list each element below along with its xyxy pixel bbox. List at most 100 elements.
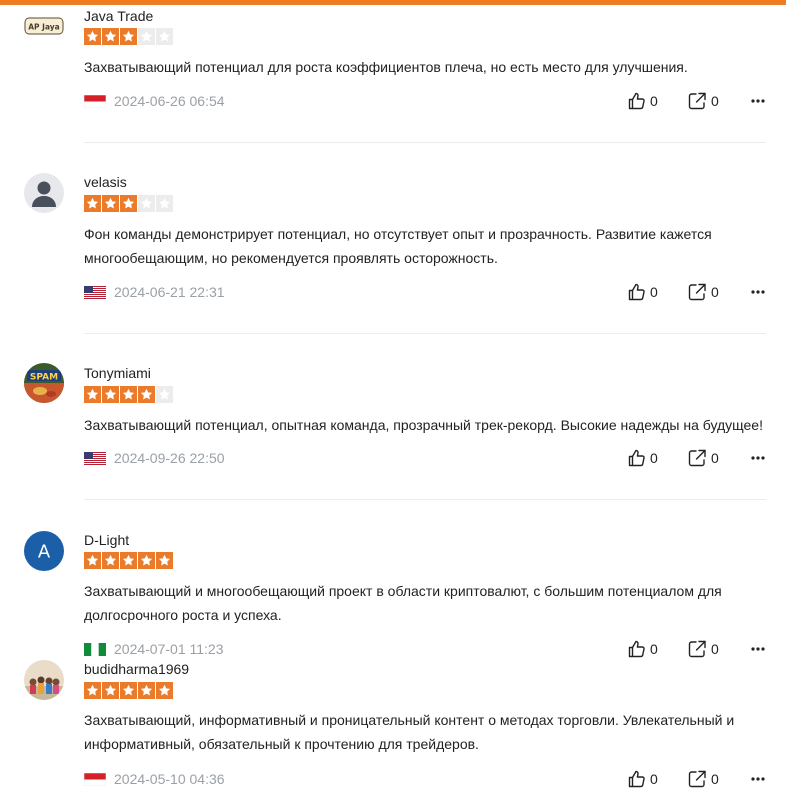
avatar[interactable]: A <box>24 531 64 571</box>
star-filled-icon <box>120 552 137 569</box>
avatar[interactable] <box>24 173 64 213</box>
avatar[interactable]: AP Jaya <box>24 6 64 46</box>
star-filled-icon <box>120 195 137 212</box>
star-empty-icon <box>156 386 173 403</box>
review-meta: 2024-05-10 04:36 <box>84 771 225 787</box>
review-text: Фон команды демонстрирует потенциал, но … <box>84 226 712 266</box>
more-dots-icon[interactable] <box>750 640 766 658</box>
like-count: 0 <box>650 450 658 466</box>
flag-united-states-icon <box>84 285 106 299</box>
share-count: 0 <box>711 771 719 787</box>
like-count: 0 <box>650 771 658 787</box>
flag-nigeria-icon <box>84 642 106 656</box>
review-meta: 2024-06-26 06:54 <box>84 93 225 109</box>
username[interactable]: Java Trade <box>84 8 153 24</box>
star-filled-icon <box>84 28 101 45</box>
review-text: Захватывающий потенциал для роста коэффи… <box>84 59 688 75</box>
share-button[interactable]: 0 <box>688 770 748 788</box>
review-divider <box>84 142 766 143</box>
star-empty-icon <box>138 28 155 45</box>
thumbs-up-icon <box>628 770 645 788</box>
star-rating <box>84 552 173 569</box>
username[interactable]: Tonymiami <box>84 365 151 381</box>
star-filled-icon <box>138 552 155 569</box>
flag-united-states-icon <box>84 451 106 465</box>
share-icon <box>688 92 706 110</box>
svg-text:AP Jaya: AP Jaya <box>28 23 59 32</box>
star-filled-icon <box>102 28 119 45</box>
thumbs-up-icon <box>628 640 645 658</box>
share-icon <box>688 640 706 658</box>
review-date: 2024-09-26 22:50 <box>114 450 225 466</box>
star-filled-icon <box>102 195 119 212</box>
star-filled-icon <box>102 386 119 403</box>
like-count: 0 <box>650 641 658 657</box>
flag-indonesia-icon <box>84 94 106 108</box>
star-empty-icon <box>156 195 173 212</box>
review-meta: 2024-07-01 11:23 <box>84 641 224 657</box>
review-actions: 0 0 <box>628 770 748 788</box>
star-filled-icon <box>156 552 173 569</box>
star-rating <box>84 386 173 403</box>
top-accent-bar <box>0 0 786 5</box>
review-date: 2024-07-01 11:23 <box>114 641 224 657</box>
like-count: 0 <box>650 93 658 109</box>
review-actions: 0 0 <box>628 449 748 467</box>
username[interactable]: D-Light <box>84 532 129 548</box>
review-text: Захватывающий и многообещающий проект в … <box>84 583 722 623</box>
review-divider <box>84 499 766 500</box>
username[interactable]: velasis <box>84 174 127 190</box>
star-filled-icon <box>120 386 137 403</box>
share-count: 0 <box>711 641 719 657</box>
star-filled-icon <box>84 552 101 569</box>
more-dots-icon[interactable] <box>750 770 766 788</box>
star-rating <box>84 195 173 212</box>
share-button[interactable]: 0 <box>688 449 748 467</box>
review-date: 2024-05-10 04:36 <box>114 771 225 787</box>
share-button[interactable]: 0 <box>688 92 748 110</box>
star-filled-icon <box>120 28 137 45</box>
username[interactable]: budidharma1969 <box>84 661 189 677</box>
avatar-letter: A <box>38 542 51 563</box>
star-filled-icon <box>102 682 119 699</box>
flag-indonesia-icon <box>84 772 106 786</box>
like-button[interactable]: 0 <box>628 640 688 658</box>
share-count: 0 <box>711 284 719 300</box>
star-rating <box>84 28 173 45</box>
like-button[interactable]: 0 <box>628 92 688 110</box>
review-actions: 0 0 <box>628 283 748 301</box>
star-empty-icon <box>156 28 173 45</box>
star-filled-icon <box>84 386 101 403</box>
review-date: 2024-06-26 06:54 <box>114 93 225 109</box>
avatar[interactable] <box>24 660 64 700</box>
star-rating <box>84 682 173 699</box>
review-date: 2024-06-21 22:31 <box>114 284 225 300</box>
like-button[interactable]: 0 <box>628 449 688 467</box>
star-filled-icon <box>84 682 101 699</box>
share-count: 0 <box>711 450 719 466</box>
thumbs-up-icon <box>628 92 645 110</box>
star-filled-icon <box>156 682 173 699</box>
more-dots-icon[interactable] <box>750 92 766 110</box>
share-button[interactable]: 0 <box>688 283 748 301</box>
review-actions: 0 0 <box>628 92 748 110</box>
review-text: Захватывающий потенциал, опытная команда… <box>84 417 763 433</box>
star-filled-icon <box>120 682 137 699</box>
like-button[interactable]: 0 <box>628 770 688 788</box>
share-icon <box>688 283 706 301</box>
review-divider <box>84 333 766 334</box>
share-button[interactable]: 0 <box>688 640 748 658</box>
star-filled-icon <box>102 552 119 569</box>
review-actions: 0 0 <box>628 640 748 658</box>
avatar[interactable]: SPAM <box>24 363 64 403</box>
more-dots-icon[interactable] <box>750 449 766 467</box>
review-meta: 2024-09-26 22:50 <box>84 450 225 466</box>
star-empty-icon <box>138 195 155 212</box>
svg-text:SPAM: SPAM <box>30 373 58 383</box>
share-count: 0 <box>711 93 719 109</box>
review-text: Захватывающий, информативный и проницате… <box>84 712 735 752</box>
star-filled-icon <box>138 682 155 699</box>
more-dots-icon[interactable] <box>750 283 766 301</box>
thumbs-up-icon <box>628 283 645 301</box>
like-button[interactable]: 0 <box>628 283 688 301</box>
